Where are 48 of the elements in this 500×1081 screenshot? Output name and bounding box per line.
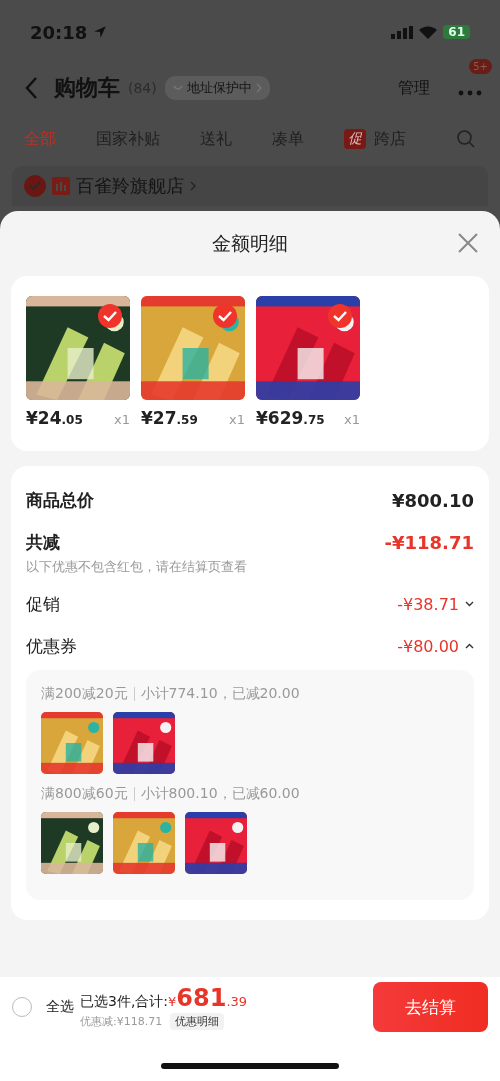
discount-note: 以下优惠不包含红包，请在结算页查看: [26, 558, 248, 576]
discount-detail-button[interactable]: 优惠明细: [170, 1013, 225, 1030]
more-icon[interactable]: [458, 89, 482, 96]
product-quantity: x1: [114, 412, 130, 427]
wifi-icon: [419, 25, 438, 39]
row-amount: -¥118.71: [384, 531, 474, 553]
location-icon: [93, 25, 108, 39]
address-chip[interactable]: 地址保护中: [164, 76, 270, 100]
product-price: ¥24.05: [26, 408, 83, 428]
coupon-summary: 小计774.10，已减20.00: [140, 685, 300, 703]
chevron-icon: [255, 83, 262, 93]
notification-badge: 5+: [469, 58, 492, 74]
coupon-rule: 满800减60元: [41, 785, 128, 803]
select-all-label[interactable]: 全选: [46, 998, 74, 1016]
back-icon[interactable]: [24, 76, 38, 100]
product-quantity: x1: [344, 412, 360, 427]
address-label: 地址保护中: [186, 79, 252, 97]
selection-summary: 已选3件,合计:: [80, 993, 169, 1011]
row-label: 共减: [26, 530, 60, 554]
filter-tab[interactable]: 全部: [24, 128, 56, 150]
battery-indicator: 61: [443, 25, 470, 39]
coupon-summary: 小计800.10，已减60.00: [140, 785, 300, 803]
page-title: 购物车: [54, 74, 120, 102]
manage-link[interactable]: 管理: [398, 77, 430, 99]
product-price: ¥629.75: [256, 408, 325, 428]
close-icon[interactable]: [457, 232, 479, 254]
store-checkbox[interactable]: [24, 175, 46, 197]
row-label: 优惠券: [26, 634, 77, 658]
checkout-button[interactable]: 去结算: [373, 982, 488, 1032]
sheet-title: 金额明细: [212, 230, 288, 256]
row-label: 商品总价: [26, 488, 94, 512]
total-price: ¥681.39: [168, 984, 248, 1012]
product-quantity: x1: [229, 412, 245, 427]
coupon-rule: 满200减20元: [41, 685, 128, 703]
chevron-icon: [190, 181, 196, 191]
status-time: 20:18: [30, 21, 88, 43]
product-price: ¥27.59: [141, 408, 198, 428]
row-amount: ¥800.10: [392, 489, 474, 511]
row-label: 促销: [26, 592, 60, 616]
promo-tag: 促: [344, 129, 366, 149]
discount-amount: 优惠减:¥118.71: [80, 1014, 163, 1029]
row-amount: -¥80.00: [397, 636, 459, 656]
row-amount: -¥38.71: [397, 594, 459, 614]
search-icon[interactable]: [456, 129, 476, 149]
chevron-icon[interactable]: [465, 643, 474, 649]
chevron-icon[interactable]: [465, 601, 474, 607]
signal-icon: [391, 25, 414, 39]
check-icon: [29, 181, 41, 191]
